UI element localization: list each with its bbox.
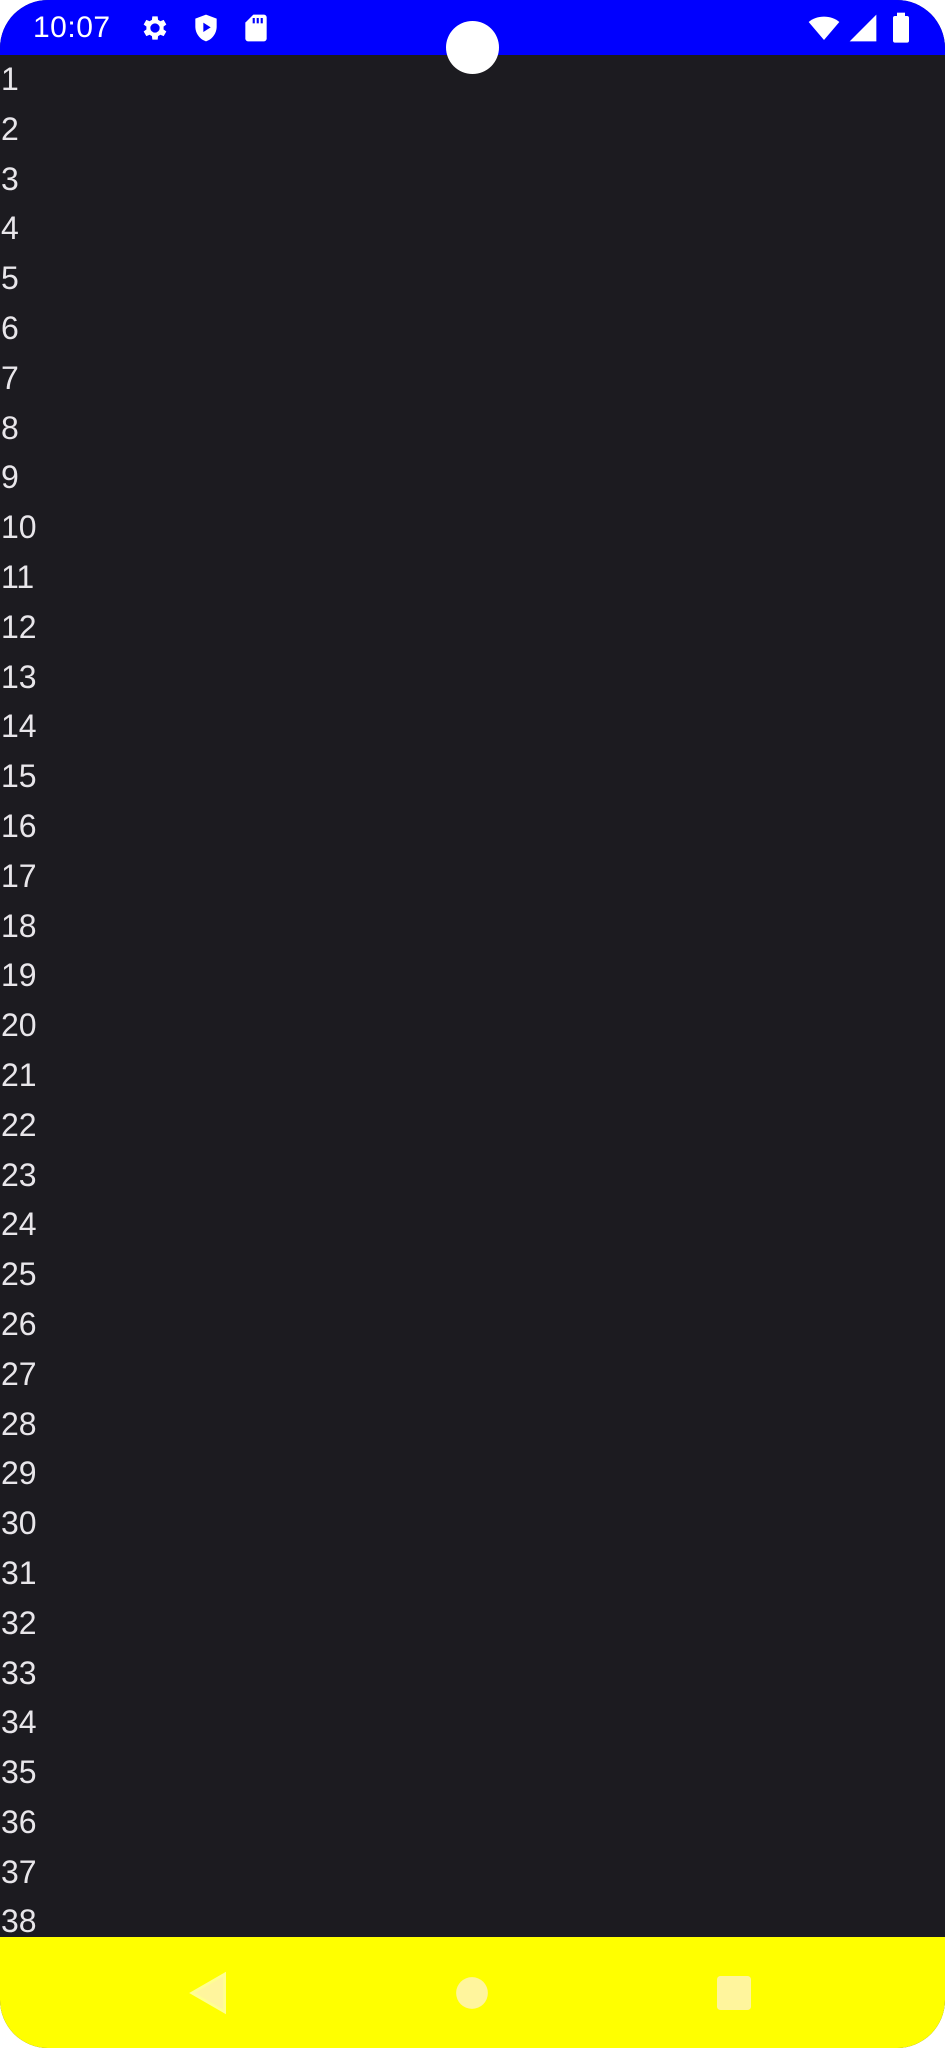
list-item[interactable]: 37 [0,1848,945,1898]
list-item[interactable]: 32 [0,1599,945,1649]
list-item[interactable]: 31 [0,1549,945,1599]
wifi-icon [808,16,840,40]
list-item[interactable]: 8 [0,404,945,454]
home-icon[interactable] [438,1959,506,2027]
list-item[interactable]: 18 [0,902,945,952]
list-item[interactable]: 7 [0,354,945,404]
list-item[interactable]: 27 [0,1350,945,1400]
camera-cutout [446,21,499,74]
list-item[interactable]: 33 [0,1649,945,1699]
list-item[interactable]: 16 [0,802,945,852]
list-item[interactable]: 13 [0,653,945,703]
sd-card-icon [245,14,267,42]
list-item[interactable]: 5 [0,254,945,304]
list-item[interactable]: 12 [0,603,945,653]
list-item[interactable]: 25 [0,1250,945,1300]
list-item[interactable]: 10 [0,503,945,553]
list-item[interactable]: 38 [0,1897,945,1937]
list-item[interactable]: 11 [0,553,945,603]
list-item[interactable]: 24 [0,1200,945,1250]
list-item[interactable]: 6 [0,304,945,354]
list-item[interactable]: 34 [0,1698,945,1748]
play-protect-shield-icon [195,14,217,42]
back-icon[interactable] [175,1959,243,2027]
status-time: 10:07 [33,11,111,44]
list-item[interactable]: 23 [0,1151,945,1201]
battery-icon [893,12,909,43]
list-item[interactable]: 14 [0,702,945,752]
list-item[interactable]: 9 [0,453,945,503]
list-item[interactable]: 28 [0,1400,945,1450]
number-list[interactable]: 1 2 3 4 5 6 7 8 9 10 11 12 13 14 15 16 1… [0,55,945,1937]
list-item[interactable]: 20 [0,1001,945,1051]
list-item[interactable]: 36 [0,1798,945,1848]
list-item[interactable]: 22 [0,1101,945,1151]
list-item[interactable]: 3 [0,155,945,205]
cell-signal-icon [849,14,877,42]
list-item[interactable]: 29 [0,1449,945,1499]
list-item[interactable]: 17 [0,852,945,902]
list-item[interactable]: 35 [0,1748,945,1798]
list-item[interactable]: 30 [0,1499,945,1549]
list-item[interactable]: 4 [0,204,945,254]
settings-gear-icon [143,16,167,40]
list-item[interactable]: 26 [0,1300,945,1350]
list-item[interactable]: 2 [0,105,945,155]
phone-screen: 10:07 1 2 3 4 5 6 7 8 9 10 11 12 13 14 1… [0,0,945,2048]
navigation-bar [0,1937,945,2048]
list-item[interactable]: 19 [0,951,945,1001]
list-item[interactable]: 15 [0,752,945,802]
recents-icon[interactable] [700,1959,768,2027]
list-item[interactable]: 21 [0,1051,945,1101]
